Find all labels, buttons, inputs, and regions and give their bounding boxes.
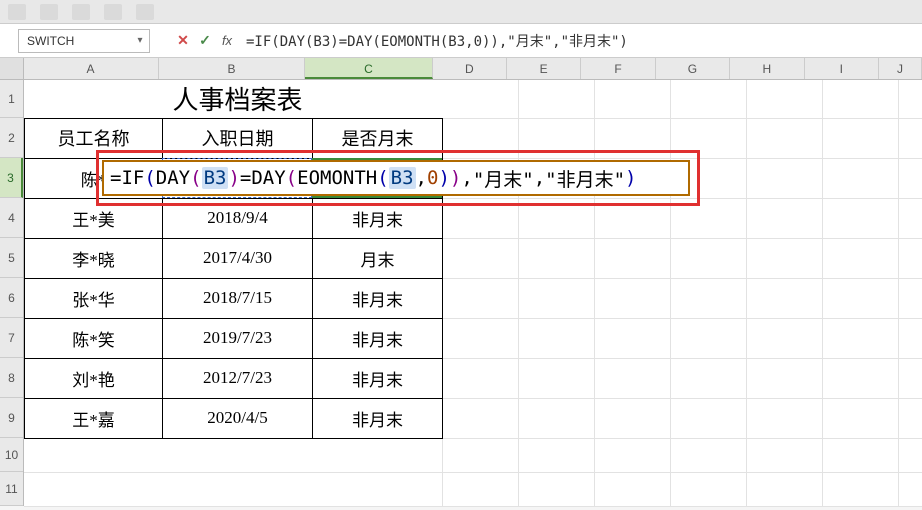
formula-enter-button[interactable]: ✓	[194, 32, 216, 49]
fx-icon[interactable]: fx	[216, 33, 238, 48]
col-header-D[interactable]: D	[433, 58, 507, 79]
table-row: 李*晓 2017/4/30 月末	[25, 238, 443, 278]
toolbar-icon[interactable]	[40, 4, 58, 20]
row-header-10[interactable]: 10	[0, 438, 23, 472]
row-header-7[interactable]: 7	[0, 318, 23, 358]
cell-eom[interactable]: 非月末	[313, 358, 443, 398]
col-header-B[interactable]: B	[159, 58, 306, 79]
name-box-value: SWITCH	[19, 34, 131, 48]
formula-token: EOMONTH	[297, 167, 377, 189]
col-header-A[interactable]: A	[24, 58, 159, 79]
grid: 1 2 3 4 5 6 7 8 9 10 11	[0, 80, 922, 506]
name-box[interactable]: SWITCH ▾	[18, 29, 150, 53]
cell-name[interactable]: 李*晓	[25, 238, 163, 278]
toolbar-icon[interactable]	[72, 4, 90, 20]
col-header-I[interactable]: I	[805, 58, 879, 79]
toolbar-top	[0, 0, 922, 24]
cell-name[interactable]: 刘*艳	[25, 358, 163, 398]
formula-token: B3	[389, 167, 416, 189]
formula-cancel-button[interactable]: ✕	[172, 32, 194, 49]
row-header-2[interactable]: 2	[0, 118, 23, 158]
select-all-corner[interactable]	[0, 58, 24, 79]
th-date: 入职日期	[163, 118, 313, 158]
formula-token: DAY	[156, 167, 190, 189]
cell-date[interactable]: 2012/7/23	[163, 358, 313, 398]
row-headers: 1 2 3 4 5 6 7 8 9 10 11	[0, 80, 24, 506]
cell-name[interactable]: 张*华	[25, 278, 163, 318]
formula-bar-row: SWITCH ▾ ✕ ✓ fx	[0, 24, 922, 58]
formula-token: =DAY	[240, 167, 286, 189]
col-header-J[interactable]: J	[879, 58, 922, 79]
formula-token: =IF	[110, 167, 144, 189]
formula-token: )	[625, 167, 636, 189]
table-title: 人事档案表	[163, 80, 313, 118]
toolbar-icon[interactable]	[136, 4, 154, 20]
cell-eom[interactable]: 非月末	[313, 278, 443, 318]
row-header-11[interactable]: 11	[0, 472, 23, 506]
formula-token: )	[228, 167, 239, 189]
formula-token: 0	[427, 167, 438, 189]
cell-date[interactable]: 2019/7/23	[163, 318, 313, 358]
cell-name[interactable]: 陈*笑	[25, 318, 163, 358]
row-header-6[interactable]: 6	[0, 278, 23, 318]
table-row: 陈*笑 2019/7/23 非月末	[25, 318, 443, 358]
row-header-8[interactable]: 8	[0, 358, 23, 398]
cell-eom[interactable]: 月末	[313, 238, 443, 278]
formula-token: )	[450, 167, 461, 189]
row-header-4[interactable]: 4	[0, 198, 23, 238]
formula-token: ,	[416, 167, 427, 189]
row-header-3[interactable]: 3	[0, 158, 23, 198]
formula-token: (	[377, 167, 388, 189]
cell-eom[interactable]: 非月末	[313, 198, 443, 238]
formula-token: (	[190, 167, 201, 189]
formula-input[interactable]	[238, 29, 922, 53]
column-headers: A B C D E F G H I J	[0, 58, 922, 80]
cell-date[interactable]: 2018/7/15	[163, 278, 313, 318]
table-row: 王*嘉 2020/4/5 非月末	[25, 398, 443, 438]
chevron-down-icon[interactable]: ▾	[131, 35, 149, 46]
formula-token: ,	[461, 167, 472, 189]
col-header-E[interactable]: E	[507, 58, 581, 79]
col-header-F[interactable]: F	[581, 58, 655, 79]
col-header-H[interactable]: H	[730, 58, 804, 79]
cell-date[interactable]: 2018/9/4	[163, 198, 313, 238]
toolbar-icon[interactable]	[8, 4, 26, 20]
formula-token: ,	[534, 167, 545, 189]
row-header-5[interactable]: 5	[0, 238, 23, 278]
formula-token: "非月末"	[545, 165, 625, 192]
cells-area[interactable]: 人事档案表 员工名称 入职日期 是否月末 陈* 王*美 2018/9/4 非月末…	[24, 80, 922, 506]
formula-token: "月末"	[473, 165, 534, 192]
col-header-G[interactable]: G	[656, 58, 730, 79]
table-row: 张*华 2018/7/15 非月末	[25, 278, 443, 318]
cell-date[interactable]: 2017/4/30	[163, 238, 313, 278]
cell-eom[interactable]: 非月末	[313, 318, 443, 358]
cell-name[interactable]: 王*美	[25, 198, 163, 238]
toolbar-icon[interactable]	[104, 4, 122, 20]
th-eom: 是否月末	[313, 118, 443, 158]
cell-eom[interactable]: 非月末	[313, 398, 443, 438]
cell-formula-editor[interactable]: =IF(DAY(B3)=DAY(EOMONTH(B3,0)),"月末","非月末…	[102, 160, 690, 196]
row-header-9[interactable]: 9	[0, 398, 23, 438]
row-header-1[interactable]: 1	[0, 80, 23, 118]
cell-name[interactable]: 王*嘉	[25, 398, 163, 438]
col-header-C[interactable]: C	[305, 58, 432, 79]
data-table: 人事档案表 员工名称 入职日期 是否月末 陈* 王*美 2018/9/4 非月末…	[24, 80, 443, 439]
table-row: 王*美 2018/9/4 非月末	[25, 198, 443, 238]
cell-date[interactable]: 2020/4/5	[163, 398, 313, 438]
formula-token: (	[286, 167, 297, 189]
formula-token: (	[144, 167, 155, 189]
table-row: 刘*艳 2012/7/23 非月末	[25, 358, 443, 398]
formula-token: B3	[202, 167, 229, 189]
formula-token: )	[438, 167, 449, 189]
th-name: 员工名称	[25, 118, 163, 158]
